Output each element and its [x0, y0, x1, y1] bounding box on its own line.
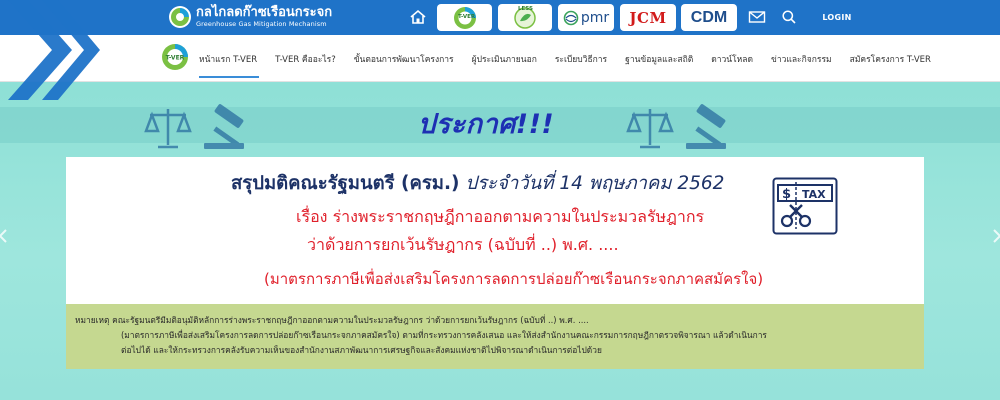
tax-cut-icon: $ TAX [772, 177, 838, 235]
scales-gavel-icon-left [144, 104, 244, 149]
pmr-logo-link[interactable]: pmr [558, 4, 614, 31]
search-icon[interactable] [781, 9, 797, 25]
nav-item-database-statistics[interactable]: ฐานข้อมูลและสถิติ [623, 48, 695, 70]
brand-title: กลไกลดก๊าซเรือนกระจก [196, 5, 333, 21]
nav-item-what-is-tver[interactable]: T-VER คืออะไร? [273, 48, 338, 70]
note-line-3: ต่อไปได้ และให้กระทรวงการคลังรับความเห็น… [121, 345, 602, 355]
svg-text:$: $ [782, 187, 791, 202]
leaf-logo-icon [169, 6, 191, 28]
nav-item-methodologies[interactable]: ระเบียบวิธีการ [553, 48, 609, 70]
tver-logo-link[interactable]: T-VER [437, 4, 492, 31]
resolution-subject-2: ว่าด้วยการยกเว้นรัษฎากร (ฉบับที่ ..) พ.ศ… [307, 235, 619, 254]
less-logo-text: LESS [518, 6, 533, 12]
resolution-note: หมายเหตุ คณะรัฐมนตรีมีมติอนุมัติหลักการร… [66, 304, 924, 369]
jcm-logo-text: JCM [629, 8, 667, 27]
home-button[interactable] [406, 6, 430, 28]
nav-item-news-activities[interactable]: ข่าวและกิจกรรม [769, 48, 834, 70]
carousel-prev-icon[interactable] [0, 229, 8, 243]
jcm-logo-link[interactable]: JCM [620, 4, 676, 31]
home-icon [410, 9, 426, 24]
nav-item-download[interactable]: ดาวน์โหลด [709, 48, 755, 70]
decorative-chevrons [8, 0, 100, 100]
brand-logo[interactable]: กลไกลดก๊าซเรือนกระจก Greenhouse Gas Miti… [168, 5, 332, 29]
carousel-next-icon[interactable] [992, 229, 1000, 243]
nav-item-external-assessors[interactable]: ผู้ประเมินภายนอก [470, 48, 539, 70]
nav-item-register-project[interactable]: สมัครโครงการ T-VER [848, 48, 933, 70]
less-logo-link[interactable]: LESS [498, 4, 552, 31]
cabinet-resolution-card: สรุปมติคณะรัฐมนตรี (ครม.) ประจำวันที่ 14… [66, 157, 924, 304]
announcement-heading: ประกาศ!!! [418, 109, 555, 140]
nav-item-home[interactable]: หน้าแรก T-VER [197, 48, 260, 78]
resolution-title: สรุปมติคณะรัฐมนตรี (ครม.) ประจำวันที่ 14… [231, 169, 724, 198]
resolution-subject: เรื่อง ร่างพระราชกฤษฎีกาออกตามความในประม… [296, 207, 705, 226]
note-line-2: (มาตรการภาษีเพื่อส่งเสริมโครงการลดการปล่… [121, 330, 767, 340]
tver-nav-logo-icon[interactable]: T-VER [161, 43, 189, 71]
cdm-logo-text: CDM [690, 8, 728, 26]
nav-logo-text: T-VER [166, 55, 185, 62]
tax-label: TAX [802, 188, 826, 201]
resolution-measure: (มาตรการภาษีเพื่อส่งเสริมโครงการลดการปล่… [264, 270, 764, 288]
brand-subtitle: Greenhouse Gas Mitigation Mechanism [196, 20, 327, 29]
pmr-logo-text: pmr [580, 9, 610, 26]
hero-banner[interactable]: ประกาศ!!! สรุปมติคณะรัฐมนตรี (ครม.) ประจ… [0, 83, 1000, 400]
mail-icon[interactable] [748, 9, 766, 25]
resolution-date: ประจำวันที่ 14 พฤษภาคม 2562 [465, 173, 725, 194]
note-line-1: หมายเหตุ คณะรัฐมนตรีมีมติอนุมัติหลักการร… [75, 315, 589, 325]
nav-item-project-process[interactable]: ขั้นตอนการพัฒนาโครงการ [352, 48, 456, 70]
cdm-logo-link[interactable]: CDM [681, 4, 737, 31]
top-header: กลไกลดก๊าซเรือนกระจก Greenhouse Gas Miti… [0, 0, 1000, 35]
resolution-title-bold: สรุปมติคณะรัฐมนตรี (ครม.) [231, 173, 460, 194]
nav-items: หน้าแรก T-VER T-VER คืออะไร? ขั้นตอนการพ… [197, 35, 947, 82]
main-nav: T-VER หน้าแรก T-VER T-VER คืออะไร? ขั้นต… [0, 35, 1000, 82]
scales-gavel-icon-right [626, 104, 726, 149]
login-button[interactable]: LOGIN [806, 0, 868, 35]
tver-logo-text: T-VER [458, 14, 476, 20]
pmr-globe-icon [563, 10, 579, 25]
